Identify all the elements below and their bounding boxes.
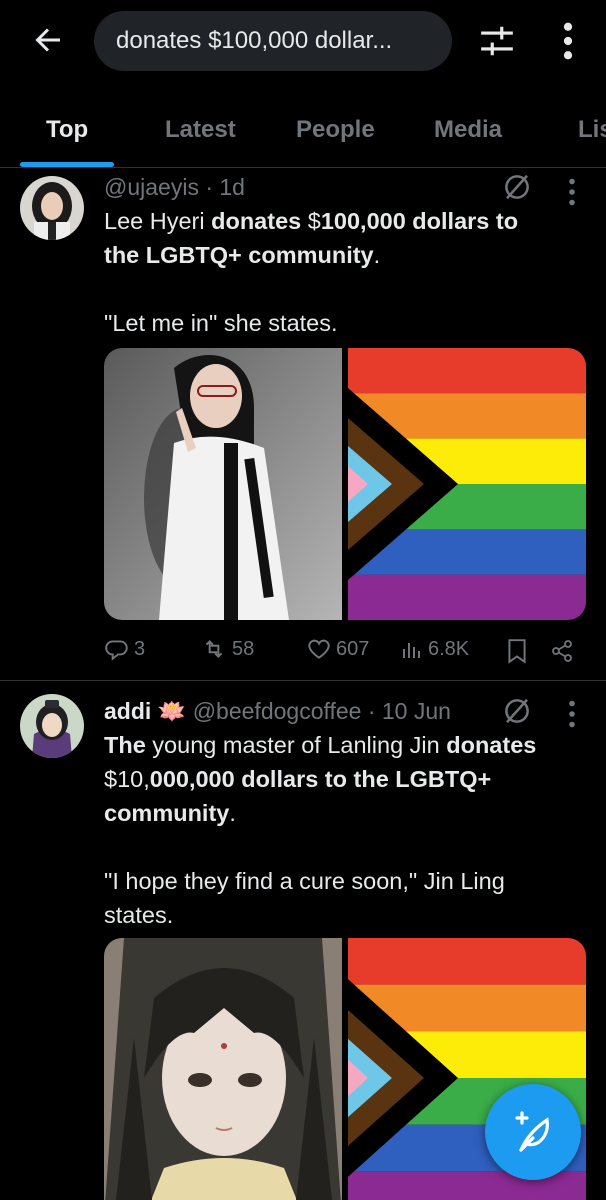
tab-top[interactable]: Top	[46, 116, 88, 144]
grok-icon[interactable]	[502, 696, 532, 726]
author-handle[interactable]: @ujaeyis	[104, 174, 199, 200]
tweet-actions: 3 58 607 6.8K	[104, 632, 584, 672]
tweet-text-line: community.	[104, 800, 236, 826]
grok-icon[interactable]	[502, 172, 532, 202]
active-tab-indicator	[20, 162, 114, 167]
bookmark-icon[interactable]	[506, 638, 528, 664]
author-name-emoji: 🪷	[157, 698, 187, 724]
repost-icon	[205, 640, 223, 658]
reply-icon	[105, 640, 128, 661]
tweet[interactable]: @ujaeyis · 1d Lee Hyeri donates $100,000…	[0, 168, 606, 678]
anime-character-image	[104, 938, 342, 1200]
back-arrow-icon[interactable]	[30, 22, 66, 58]
reply-count: 3	[134, 637, 146, 660]
compose-button[interactable]	[485, 1084, 581, 1180]
search-input[interactable]: donates $100,000 dollar...	[94, 11, 452, 71]
views-icon	[403, 643, 420, 658]
avatar[interactable]	[20, 176, 84, 240]
avatar-image	[20, 176, 84, 240]
more-vertical-icon[interactable]	[562, 22, 574, 60]
tweet-more-icon[interactable]	[568, 178, 576, 206]
tweet-header: @ujaeyis · 1d	[104, 174, 245, 201]
tab-media[interactable]: Media	[434, 116, 502, 144]
photo-woman-image	[104, 348, 342, 620]
views-count: 6.8K	[428, 637, 470, 660]
compose-icon	[515, 1111, 549, 1152]
author-name[interactable]: addi	[104, 698, 151, 724]
like-button[interactable]: 607	[306, 636, 369, 662]
progress-pride-flag-image	[348, 348, 586, 620]
avatar[interactable]	[20, 694, 84, 758]
tweet-text-line: "I hope they find a cure soon," Jin Ling	[104, 868, 505, 894]
tab-lists[interactable]: Lis	[578, 116, 606, 144]
views-button[interactable]: 6.8K	[400, 636, 469, 662]
tweet-text-line: the LGBTQ+ community.	[104, 242, 381, 268]
share-icon[interactable]	[550, 638, 574, 664]
tweet-header: addi 🪷 @beefdogcoffee · 10 Jun	[104, 698, 451, 725]
tweet-text-line: Lee Hyeri donates $100,000 dollars to	[104, 208, 519, 234]
tweet-text: Lee Hyeri donates $100,000 dollars to th…	[104, 204, 584, 340]
tweet-time[interactable]: · 10 Jun	[368, 698, 451, 724]
avatar-image	[20, 694, 84, 758]
tweet-text-line: "Let me in" she states.	[104, 310, 338, 336]
reply-button[interactable]: 3	[104, 636, 145, 662]
filter-sliders-icon[interactable]	[478, 22, 516, 60]
repost-count: 58	[232, 637, 255, 660]
like-icon	[308, 639, 330, 659]
tweet-text-line: states.	[104, 902, 174, 928]
repost-button[interactable]: 58	[200, 636, 254, 662]
tweet-media[interactable]	[104, 348, 586, 620]
author-handle[interactable]: @beefdogcoffee	[193, 698, 362, 724]
media-photo[interactable]	[104, 348, 342, 620]
top-bar: donates $100,000 dollar...	[0, 0, 606, 86]
media-photo[interactable]	[104, 938, 342, 1200]
tab-people[interactable]: People	[296, 116, 375, 144]
tweet-divider	[0, 680, 606, 681]
tweet-more-icon[interactable]	[568, 700, 576, 728]
tweet-text-line: $10,000,000 dollars to the LGBTQ+	[104, 766, 492, 792]
like-count: 607	[336, 637, 370, 660]
tweet-text-line: The young master of Lanling Jin donates	[104, 732, 537, 758]
tweet-text: The young master of Lanling Jin donates …	[104, 728, 584, 932]
tweet-time[interactable]: · 1d	[205, 174, 245, 200]
tab-latest[interactable]: Latest	[165, 116, 236, 144]
search-query: donates $100,000 dollar...	[116, 27, 393, 54]
search-tabs: Top Latest People Media Lis	[0, 100, 606, 168]
media-pride-flag[interactable]	[348, 348, 586, 620]
